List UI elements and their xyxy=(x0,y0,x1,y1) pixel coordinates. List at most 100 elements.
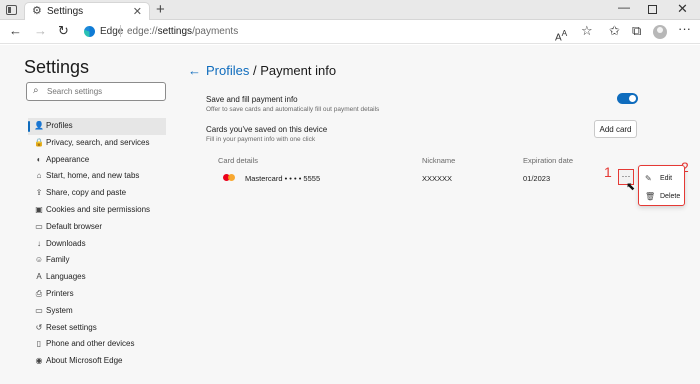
sidebar-item-icon: 👤 xyxy=(34,121,44,130)
sidebar-item-icon: ◉ xyxy=(35,356,43,366)
card-name: Mastercard • • • • 5555 xyxy=(245,174,321,183)
search-input[interactable] xyxy=(47,85,162,98)
payment-info-panel: ← Profiles / Payment info Save and fill … xyxy=(186,45,689,345)
pencil-icon: ✎ xyxy=(645,174,652,183)
forward-icon[interactable]: → xyxy=(34,23,47,39)
refresh-icon[interactable]: ↻ xyxy=(58,23,69,39)
new-tab-button[interactable]: + xyxy=(156,1,165,18)
avatar[interactable] xyxy=(653,25,667,39)
card-nickname: XXXXXX xyxy=(422,174,453,183)
sidebar-item-start-home-and-new-tabs[interactable]: ⌂ Start, home, and new tabs xyxy=(28,168,170,185)
sidebar-item-reset-settings[interactable]: ↺ Reset settings xyxy=(28,320,170,337)
sidebar-item-icon: ▭ xyxy=(35,221,43,231)
sidebar-item-cookies-and-site-permissions[interactable]: ▣ Cookies and site permissions xyxy=(28,202,170,219)
cursor-icon: ⬉ xyxy=(626,181,636,193)
column-card-details: Card details xyxy=(218,156,259,165)
menu-item-edit-label: Edit xyxy=(660,175,673,182)
address-bar: ← → ↻ Edge edge://settings/payments AA ☆… xyxy=(0,20,700,44)
back-icon[interactable]: ← xyxy=(9,23,22,39)
sidebar-item-icon: A xyxy=(36,272,42,282)
sidebar-item-label: Appearance xyxy=(46,154,90,164)
sidebar-item-label: Start, home, and new tabs xyxy=(46,171,140,181)
minimize-icon[interactable]: — xyxy=(618,0,630,14)
sidebar-item-label: Reset settings xyxy=(46,322,97,332)
settings-content: Settings ⌕ 👤Profiles🔒Privacy, search, an… xyxy=(0,45,700,384)
gear-icon: ⚙ xyxy=(32,5,42,17)
maximize-icon[interactable] xyxy=(648,5,657,14)
sidebar-item-label: Share, copy and paste xyxy=(46,188,127,198)
sidebar-item-profiles[interactable]: 👤 Profiles xyxy=(28,118,166,135)
sidebar-item-about-microsoft-edge[interactable]: ◉ About Microsoft Edge xyxy=(28,353,170,370)
sidebar: Settings ⌕ 👤Profiles🔒Privacy, search, an… xyxy=(24,57,169,365)
tab-close-icon[interactable]: ✕ xyxy=(133,5,142,18)
search-box[interactable]: ⌕ xyxy=(26,82,166,101)
annotation-step-1: 1 xyxy=(604,164,612,180)
sidebar-item-phone-and-other-devices[interactable]: ▯ Phone and other devices xyxy=(28,336,170,353)
sidebar-item-icon: ▣ xyxy=(35,204,43,214)
breadcrumb-profiles-link[interactable]: Profiles xyxy=(206,63,249,78)
cards-description: Fill in your payment info with one click xyxy=(206,136,316,143)
save-fill-toggle[interactable] xyxy=(617,93,638,104)
tab-actions-icon[interactable] xyxy=(6,5,17,15)
sidebar-item-icon: ↺ xyxy=(35,322,43,332)
sidebar-item-label: Family xyxy=(46,255,70,265)
sidebar-item-label: System xyxy=(46,305,73,315)
card-context-menu: ✎ Edit 🗑 Delete xyxy=(638,165,685,206)
sidebar-item-label: Privacy, search, and services xyxy=(46,137,150,147)
sidebar-item-label: Downloads xyxy=(46,238,86,248)
sidebar-item-icon: ▭ xyxy=(35,305,43,315)
title-bar: ⚙ Settings ✕ + — ✕ xyxy=(0,0,700,20)
collections-icon[interactable]: ⧉ xyxy=(632,24,641,38)
column-expiration: Expiration date xyxy=(523,156,574,165)
sidebar-item-privacy-search-and-services[interactable]: 🔒 Privacy, search, and services xyxy=(28,135,170,152)
sidebar-nav: 👤 Profiles 🔒 Privacy, search, and services ◐… xyxy=(28,118,170,370)
back-arrow-icon[interactable]: ← xyxy=(188,63,201,78)
sidebar-item-label: Profiles xyxy=(46,121,73,130)
save-fill-title: Save and fill payment info xyxy=(206,95,298,104)
sidebar-item-default-browser[interactable]: ▭ Default browser xyxy=(28,219,170,236)
sidebar-item-icon: 🔒 xyxy=(34,137,44,147)
more-icon[interactable]: ··· xyxy=(678,22,691,36)
menu-item-delete[interactable]: 🗑 Delete xyxy=(639,188,683,205)
reader-icon[interactable]: AA xyxy=(555,26,567,45)
star-icon[interactable]: ☆ xyxy=(581,24,593,38)
save-fill-description: Offer to save cards and automatically fi… xyxy=(206,106,380,113)
sidebar-item-family[interactable]: ☺ Family xyxy=(28,252,170,269)
close-window-icon[interactable]: ✕ xyxy=(677,1,688,17)
mastercard-icon xyxy=(222,173,236,182)
sidebar-item-printers[interactable]: ⎙ Printers xyxy=(28,286,170,303)
sidebar-item-label: Phone and other devices xyxy=(46,339,135,349)
add-card-button[interactable]: Add card xyxy=(594,120,637,138)
sidebar-item-label: Default browser xyxy=(46,221,103,231)
sidebar-item-icon: ▯ xyxy=(36,339,42,349)
sidebar-item-label: About Microsoft Edge xyxy=(46,356,123,366)
page-title: Profiles / Payment info xyxy=(206,63,337,78)
search-icon: ⌕ xyxy=(33,85,39,96)
cards-title: Cards you've saved on this device xyxy=(206,125,328,134)
sidebar-item-icon: ☺ xyxy=(34,255,44,265)
menu-item-delete-label: Delete xyxy=(660,193,681,200)
trash-icon: 🗑 xyxy=(645,192,656,201)
sidebar-item-icon: ⎙ xyxy=(35,288,43,298)
sidebar-item-icon: ◐ xyxy=(36,154,42,164)
column-nickname: Nickname xyxy=(422,156,456,165)
sidebar-item-icon: ↓ xyxy=(37,238,41,248)
favorites-icon[interactable]: ✩ xyxy=(609,24,620,38)
menu-item-edit[interactable]: ✎ Edit xyxy=(639,170,683,187)
url-text[interactable]: edge://settings/payments xyxy=(127,26,238,37)
sidebar-title: Settings xyxy=(24,57,90,77)
tab-title: Settings xyxy=(47,6,84,17)
sidebar-item-label: Cookies and site permissions xyxy=(46,204,151,214)
edge-logo-icon xyxy=(84,26,95,37)
tab-settings[interactable]: ⚙ Settings ✕ xyxy=(24,2,150,20)
sidebar-item-icon: ⌂ xyxy=(36,171,42,181)
sidebar-item-label: Languages xyxy=(46,272,86,282)
sidebar-item-downloads[interactable]: ↓ Downloads xyxy=(28,236,170,253)
url-divider xyxy=(120,25,121,37)
url-field[interactable]: Edge edge://settings/payments xyxy=(80,23,588,41)
sidebar-item-system[interactable]: ▭ System xyxy=(28,303,170,320)
sidebar-item-languages[interactable]: A Languages xyxy=(28,269,170,286)
sidebar-item-label: Printers xyxy=(46,288,74,298)
sidebar-item-appearance[interactable]: ◐ Appearance xyxy=(28,152,170,169)
sidebar-item-share-copy-and-paste[interactable]: ⇪ Share, copy and paste xyxy=(28,185,170,202)
